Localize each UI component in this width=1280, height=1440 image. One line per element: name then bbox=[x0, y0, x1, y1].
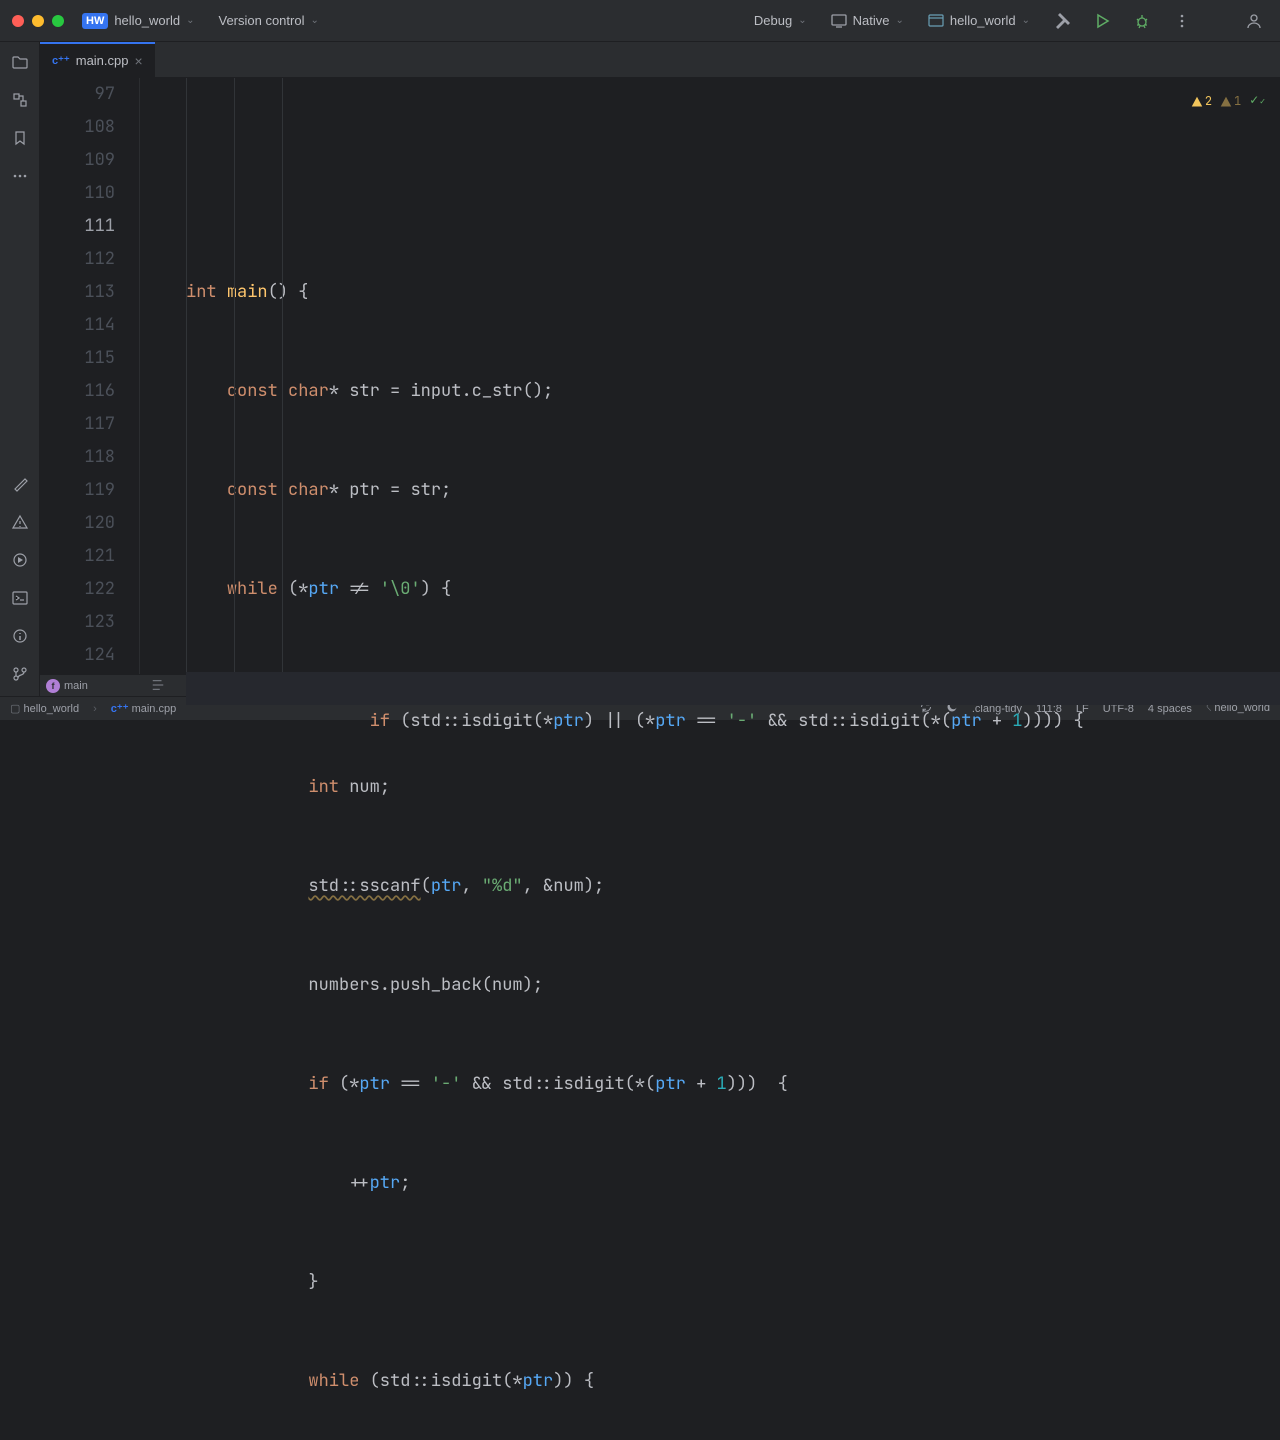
run-config-selector[interactable]: Debug ⌄ bbox=[748, 9, 813, 32]
vcs-tool-button[interactable] bbox=[4, 658, 36, 690]
chevron-down-icon: ⌄ bbox=[798, 15, 806, 26]
run-button[interactable] bbox=[1088, 9, 1116, 33]
code-content: int main() { const char* str = input.c_s… bbox=[140, 78, 1280, 674]
vcs-selector[interactable]: Version control ⌄ bbox=[212, 9, 324, 32]
run-config-label: Debug bbox=[754, 13, 792, 28]
tab-main-cpp[interactable]: c⁺⁺ main.cpp × bbox=[40, 42, 155, 77]
breadcrumb-function[interactable]: f main bbox=[46, 679, 88, 693]
code-editor[interactable]: 97108109 110111112 113114115 116117118 1… bbox=[40, 78, 1280, 674]
vcs-label: Version control bbox=[218, 13, 304, 28]
folder-icon bbox=[12, 54, 28, 70]
chevron-down-icon: ⌄ bbox=[895, 15, 903, 26]
target-label: Native bbox=[853, 13, 890, 28]
project-selector[interactable]: HW hello_world ⌄ bbox=[76, 9, 200, 33]
run-target-label: hello_world bbox=[950, 13, 1016, 28]
chevron-down-icon: ⌄ bbox=[186, 15, 194, 26]
application-icon bbox=[928, 13, 944, 29]
editor-area: c⁺⁺ main.cpp × 97108109 110111112 113114… bbox=[40, 42, 1280, 696]
gutter-marker-icon[interactable] bbox=[150, 677, 166, 693]
editor-tabs: c⁺⁺ main.cpp × bbox=[40, 42, 1280, 78]
problems-tool-button[interactable] bbox=[4, 506, 36, 538]
cpp-file-icon: c⁺⁺ bbox=[52, 54, 70, 67]
run-tool-button[interactable] bbox=[4, 544, 36, 576]
monitor-icon bbox=[831, 13, 847, 29]
window-controls bbox=[12, 15, 64, 27]
function-icon: f bbox=[46, 679, 60, 693]
play-circle-icon bbox=[12, 552, 28, 568]
close-window-button[interactable] bbox=[12, 15, 24, 27]
more-tools-button[interactable] bbox=[4, 160, 36, 192]
terminal-icon bbox=[12, 590, 28, 606]
breadcrumb-label: main bbox=[64, 680, 88, 692]
main-area: c⁺⁺ main.cpp × 97108109 110111112 113114… bbox=[0, 42, 1280, 696]
play-icon bbox=[1094, 13, 1110, 29]
terminal-tool-button[interactable] bbox=[4, 582, 36, 614]
maximize-window-button[interactable] bbox=[52, 15, 64, 27]
bookmarks-tool-button[interactable] bbox=[4, 122, 36, 154]
warnings-badge[interactable]: 2 bbox=[1191, 85, 1212, 118]
project-tool-button[interactable] bbox=[4, 46, 36, 78]
line-number-gutter: 97108109 110111112 113114115 116117118 1… bbox=[40, 78, 140, 674]
tool-rail-left bbox=[0, 42, 40, 696]
brush-icon bbox=[12, 476, 28, 492]
build-button[interactable] bbox=[1048, 9, 1076, 33]
minimize-window-button[interactable] bbox=[32, 15, 44, 27]
chevron-down-icon: ⌄ bbox=[1022, 15, 1030, 26]
more-horizontal-icon bbox=[12, 168, 28, 184]
project-badge: HW bbox=[82, 13, 108, 29]
bug-icon bbox=[1134, 13, 1150, 29]
checkmark-icon[interactable]: ✓✓ bbox=[1249, 84, 1266, 119]
account-button[interactable] bbox=[1240, 9, 1268, 33]
more-button[interactable] bbox=[1168, 9, 1196, 33]
debug-button[interactable] bbox=[1128, 9, 1156, 33]
inspection-indicators[interactable]: 2 1 ✓✓ bbox=[1191, 84, 1266, 119]
close-tab-button[interactable]: × bbox=[134, 53, 142, 69]
project-name: hello_world bbox=[114, 13, 180, 28]
more-vertical-icon bbox=[1174, 13, 1190, 29]
titlebar: HW hello_world ⌄ Version control ⌄ Debug… bbox=[0, 0, 1280, 42]
cpp-file-icon: c⁺⁺ bbox=[111, 703, 132, 715]
event-log-button[interactable] bbox=[4, 620, 36, 652]
target-selector[interactable]: Native ⌄ bbox=[825, 9, 910, 33]
run-target-selector[interactable]: hello_world ⌄ bbox=[922, 9, 1036, 33]
chevron-down-icon: ⌄ bbox=[310, 15, 318, 26]
structure-tool-button[interactable] bbox=[4, 84, 36, 116]
draw-tool-button[interactable] bbox=[4, 468, 36, 500]
user-icon bbox=[1246, 13, 1262, 29]
branch-icon bbox=[12, 666, 28, 682]
structure-icon bbox=[12, 92, 28, 108]
tab-label: main.cpp bbox=[76, 53, 129, 68]
info-icon bbox=[12, 628, 28, 644]
warning-icon bbox=[12, 514, 28, 530]
weak-warnings-badge[interactable]: 1 bbox=[1220, 85, 1241, 118]
bookmark-icon bbox=[12, 130, 28, 146]
navbar-project[interactable]: ▢ hello_world bbox=[10, 702, 79, 715]
navbar-file[interactable]: c⁺⁺ main.cpp bbox=[111, 702, 176, 715]
hammer-icon bbox=[1054, 13, 1070, 29]
